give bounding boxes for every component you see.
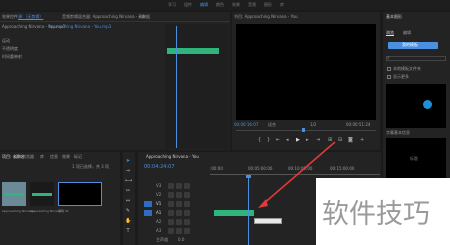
watermark-text: 软件技巧 bbox=[322, 199, 430, 230]
watermark-box: 软件技巧 bbox=[316, 178, 450, 245]
